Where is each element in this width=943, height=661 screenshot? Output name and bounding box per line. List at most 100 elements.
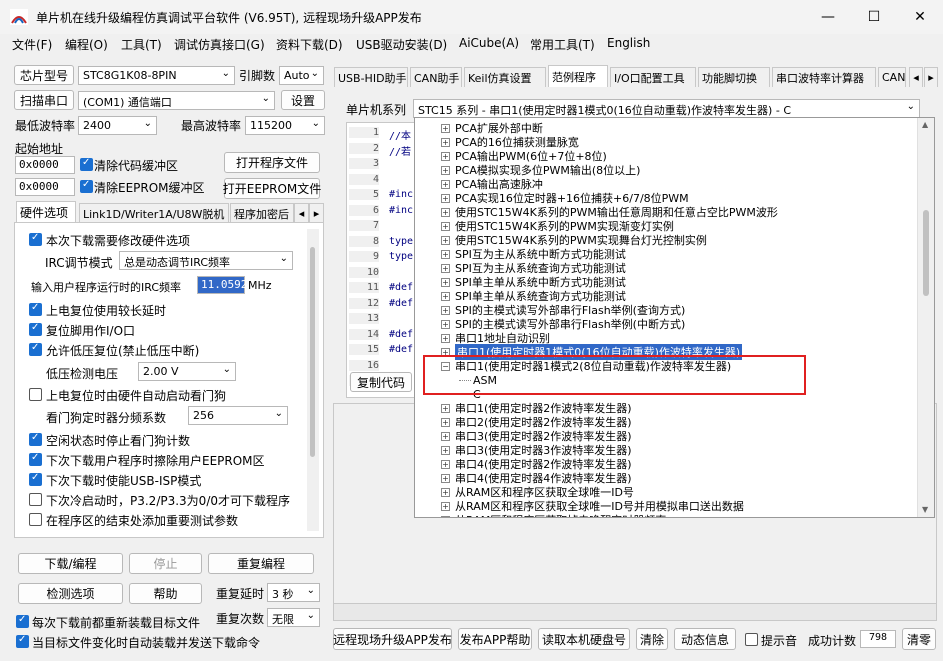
expand-icon[interactable]: +	[441, 305, 450, 315]
expand-icon[interactable]: +	[441, 207, 450, 217]
irc-freq-input[interactable]: 11.0592	[197, 276, 247, 294]
tab-can[interactable]: CAN	[878, 67, 906, 87]
menu-file[interactable]: 文件(F)	[12, 36, 52, 53]
reload-checkbox[interactable]	[16, 614, 29, 628]
read-disk-button[interactable]: 读取本机硬盘号	[538, 628, 630, 650]
expand-icon[interactable]: +	[441, 473, 450, 483]
settings-button[interactable]: 设置	[281, 90, 325, 110]
p32-p33-checkbox[interactable]	[29, 493, 42, 506]
tree-item[interactable]: + SPI的主模式读写外部串行Flash举例(查询方式)	[441, 303, 685, 317]
scroll-thumb[interactable]	[923, 210, 929, 296]
reset-io-checkbox[interactable]	[29, 322, 42, 336]
publish-help-button[interactable]: 发布APP帮助	[458, 628, 532, 650]
expand-icon[interactable]: +	[441, 333, 450, 343]
stop-button[interactable]: 停止	[129, 553, 202, 574]
minimize-button[interactable]: —	[805, 0, 851, 34]
download-button[interactable]: 下载/编程	[18, 553, 123, 574]
tree-item[interactable]: + 从RAM区和程序区获取全球唯一ID号并用模拟串口送出数据	[441, 499, 744, 513]
tree-item[interactable]: + 使用STC15W4K系列的PWM实现舞台灯光控制实例	[441, 233, 707, 247]
tree-item[interactable]: + SPI单主单从系统中断方式功能测试	[441, 275, 626, 289]
expand-icon[interactable]: +	[441, 445, 450, 455]
erase-eeprom-checkbox[interactable]	[29, 452, 42, 466]
menu-program[interactable]: 编程(O)	[65, 36, 108, 53]
tree-item[interactable]: + 从RAM区和程序区获取掉电唤醒定时器频率	[441, 513, 666, 517]
tab-pin-switch[interactable]: 功能脚切换	[698, 67, 770, 87]
scroll-up-icon[interactable]: ▲	[922, 120, 928, 129]
help-button[interactable]: 帮助	[129, 583, 202, 604]
tree-item[interactable]: + PCA模拟实现多位PWM输出(8位以上)	[441, 163, 640, 177]
expand-icon[interactable]: +	[441, 249, 450, 259]
dynamic-info-button[interactable]: 动态信息	[674, 628, 736, 650]
tree-item[interactable]: + PCA扩展外部中断	[441, 121, 543, 135]
lowvolt-select[interactable]: 2.00 V ⌄	[138, 362, 236, 381]
code-address-input[interactable]: 0x0000	[15, 156, 75, 174]
tree-item[interactable]: + 串口4(使用定时器2作波特率发生器)	[441, 457, 632, 471]
example-tree[interactable]: + PCA扩展外部中断 + PCA的16位捕获测量脉宽 + PCA输出PWM(6位+7位+…	[414, 117, 935, 518]
expand-icon[interactable]: +	[441, 431, 450, 441]
expand-icon[interactable]: +	[441, 151, 450, 161]
expand-icon[interactable]: +	[441, 263, 450, 273]
expand-icon[interactable]: +	[441, 291, 450, 301]
tree-item[interactable]: + 串口4(使用定时器4作波特率发生器)	[441, 471, 632, 485]
tab-hardware[interactable]: 硬件选项	[16, 201, 76, 223]
menu-english[interactable]: English	[607, 36, 650, 50]
repeat-count-select[interactable]: 无限 ⌄	[267, 608, 320, 627]
min-baud-select[interactable]: 2400 ⌄	[78, 116, 157, 135]
tree-item[interactable]: + PCA输出PWM(6位+7位+8位)	[441, 149, 607, 163]
tree-item[interactable]: + SPI的主模式读写外部串行Flash举例(中断方式)	[441, 317, 685, 331]
menu-usb-driver[interactable]: USB驱动安装(D)	[356, 36, 447, 53]
check-options-button[interactable]: 检测选项	[18, 583, 123, 604]
menu-tools[interactable]: 工具(T)	[121, 36, 162, 53]
tree-item[interactable]: + SPI互为主从系统查询方式功能测试	[441, 261, 626, 275]
tree-item[interactable]: + SPI互为主从系统中断方式功能测试	[441, 247, 626, 261]
wdt-divider-select[interactable]: 256 ⌄	[188, 406, 288, 425]
clear-button[interactable]: 清除	[636, 628, 668, 650]
menu-aicube[interactable]: AiCube(A)	[459, 36, 519, 50]
port-select[interactable]: (COM1) 通信端口 ⌄	[78, 91, 275, 110]
expand-icon[interactable]: +	[441, 179, 450, 189]
tree-item[interactable]: + 使用STC15W4K系列的PWM实现渐变灯实例	[441, 219, 674, 233]
tab-usb-hid[interactable]: USB-HID助手	[334, 67, 408, 87]
expand-icon[interactable]: +	[441, 417, 450, 427]
expand-icon[interactable]: +	[441, 319, 450, 329]
usb-isp-checkbox[interactable]	[29, 472, 42, 486]
eeprom-address-input[interactable]: 0x0000	[15, 178, 75, 196]
tab-scroll-left[interactable]: ◂	[294, 203, 309, 223]
chip-type-button[interactable]: 芯片型号	[14, 65, 74, 85]
tree-item[interactable]: + 串口2(使用定时器2作波特率发生器)	[441, 415, 632, 429]
tree-item[interactable]: + PCA输出高速脉冲	[441, 177, 543, 191]
expand-icon[interactable]: +	[441, 137, 450, 147]
tree-item[interactable]: + 从RAM区和程序区获取全球唯一ID号	[441, 485, 634, 499]
scan-port-button[interactable]: 扫描串口	[14, 90, 74, 110]
expand-icon[interactable]: +	[441, 515, 450, 517]
expand-icon[interactable]: +	[441, 459, 450, 469]
repeat-delay-select[interactable]: 3 秒 ⌄	[267, 583, 320, 602]
expand-icon[interactable]: +	[441, 501, 450, 511]
tree-item[interactable]: + PCA的16位捕获测量脉宽	[441, 135, 579, 149]
expand-icon[interactable]: +	[441, 193, 450, 203]
beep-checkbox[interactable]	[745, 633, 758, 646]
scroll-thumb[interactable]	[310, 247, 315, 457]
expand-icon[interactable]: +	[441, 221, 450, 231]
watchdog-checkbox[interactable]	[29, 388, 42, 401]
maximize-button[interactable]: ☐	[851, 0, 897, 34]
chip-type-select[interactable]: STC8G1K08-8PIN ⌄	[78, 66, 235, 85]
poweron-delay-checkbox[interactable]	[29, 302, 42, 316]
series-select[interactable]: STC15 系列 - 串口1(使用定时器1模式0(16位自动重载)作波特率发生器…	[413, 99, 920, 118]
tab-io-config[interactable]: I/O口配置工具	[610, 67, 696, 87]
tree-item[interactable]: + 串口1(使用定时器2作波特率发生器)	[441, 401, 632, 415]
tree-item[interactable]: + 串口1地址自动识别	[441, 331, 550, 345]
pins-select[interactable]: Auto ⌄	[279, 66, 324, 85]
tab-scroll-left[interactable]: ◂	[909, 67, 923, 87]
open-eeprom-button[interactable]: 打开EEPROM文件	[223, 178, 321, 199]
test-param-checkbox[interactable]	[29, 513, 42, 526]
tree-item[interactable]: + 串口3(使用定时器3作波特率发生器)	[441, 443, 632, 457]
expand-icon[interactable]: +	[441, 165, 450, 175]
tab-scroll-right[interactable]: ▸	[309, 203, 324, 223]
modify-options-checkbox[interactable]	[29, 232, 42, 246]
tab-encrypt[interactable]: 程序加密后	[230, 203, 294, 223]
reset-count-button[interactable]: 清零	[902, 628, 936, 650]
tree-item[interactable]: + SPI单主单从系统查询方式功能测试	[441, 289, 626, 303]
expand-icon[interactable]: +	[441, 403, 450, 413]
menu-debug[interactable]: 调试仿真接口(G)	[174, 36, 265, 53]
